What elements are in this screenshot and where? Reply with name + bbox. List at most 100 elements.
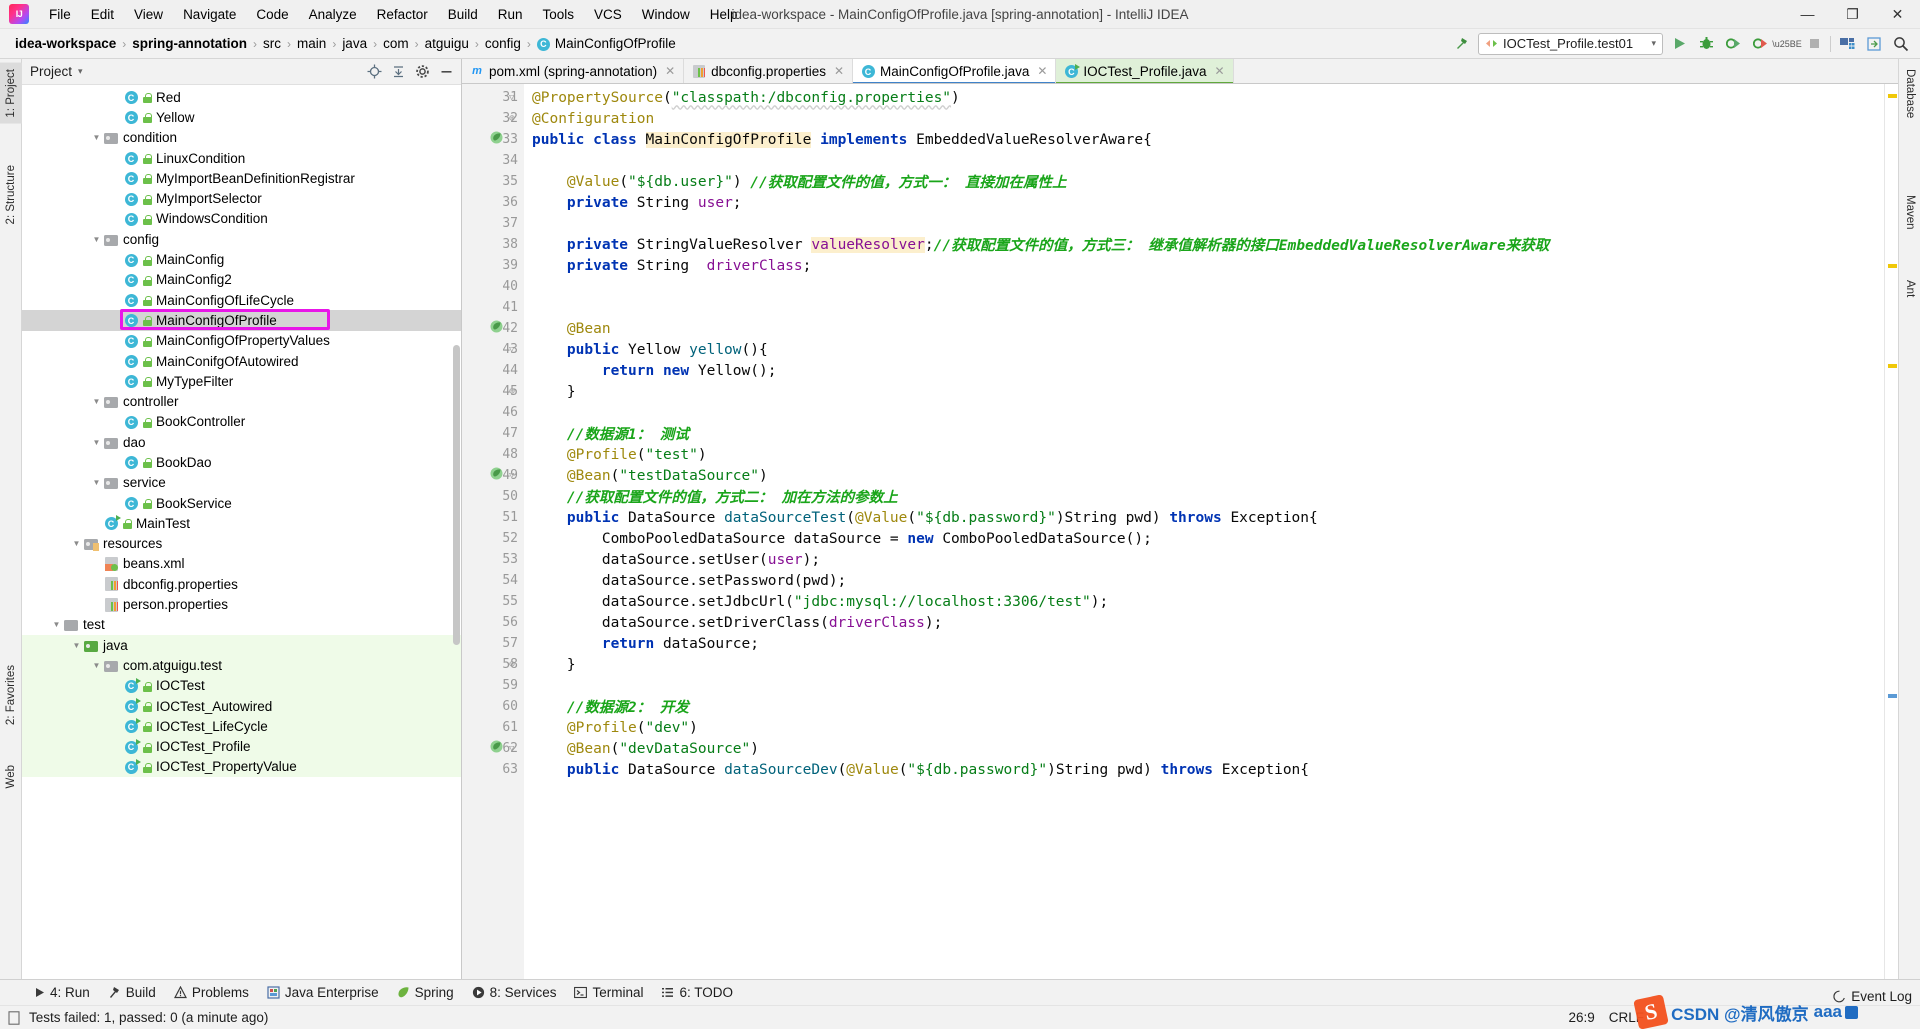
close-button[interactable]: ✕ bbox=[1875, 0, 1920, 29]
tree-node-ioctest-profile[interactable]: C IOCTest_Profile bbox=[22, 736, 461, 757]
gutter-line-36[interactable]: 36 bbox=[462, 192, 524, 213]
gutter-line-54[interactable]: 54 bbox=[462, 570, 524, 591]
tree-node-red[interactable]: C Red bbox=[22, 87, 461, 107]
tree-node-ioctest[interactable]: C IOCTest bbox=[22, 675, 461, 696]
code-line-42[interactable]: @Bean bbox=[524, 318, 1884, 339]
menu-run[interactable]: Run bbox=[488, 4, 533, 25]
code-line-58[interactable]: } bbox=[524, 654, 1884, 675]
line-separator[interactable]: CRLF bbox=[1609, 1010, 1644, 1025]
sidebar-item-project[interactable]: 1: Project bbox=[0, 63, 22, 124]
code-line-41[interactable] bbox=[524, 297, 1884, 318]
gutter-line-62[interactable]: ▽ 62 bbox=[462, 738, 524, 759]
code-line-56[interactable]: dataSource.setDriverClass(driverClass); bbox=[524, 612, 1884, 633]
tool-window-problems[interactable]: Problems bbox=[166, 983, 257, 1002]
fold-arrow-icon[interactable]: ▽ bbox=[509, 93, 514, 103]
gutter-line-40[interactable]: 40 bbox=[462, 276, 524, 297]
tree-node-myimportbeandefinitionregistrar[interactable]: C MyImportBeanDefinitionRegistrar bbox=[22, 168, 461, 188]
gutter-line-45[interactable]: ⊕ 45 bbox=[462, 381, 524, 402]
tree-node-yellow[interactable]: C Yellow bbox=[22, 107, 461, 127]
fold-collapse-icon[interactable]: ⊕ bbox=[509, 113, 515, 124]
tree-node-ioctest-propertyvalue[interactable]: C IOCTest_PropertyValue bbox=[22, 756, 461, 778]
maximize-button[interactable]: ❐ bbox=[1830, 0, 1875, 29]
fold-arrow-icon[interactable]: ▽ bbox=[509, 471, 514, 481]
fold-collapse-icon[interactable]: ⊕ bbox=[509, 386, 515, 397]
code-line-40[interactable] bbox=[524, 276, 1884, 297]
expand-arrow-icon[interactable]: ▼ bbox=[90, 659, 103, 672]
tool-window-bar[interactable]: 4: Run Build Problems Java Enterprise Sp… bbox=[0, 979, 1920, 1005]
error-stripe-mark-3[interactable] bbox=[1888, 694, 1897, 698]
run-icon[interactable] bbox=[1668, 33, 1690, 55]
fold-arrow-icon[interactable]: ▽ bbox=[509, 744, 514, 754]
gutter-line-38[interactable]: 38 bbox=[462, 234, 524, 255]
run-configuration-selector[interactable]: IOCTest_Profile.test01 ▾ bbox=[1478, 32, 1663, 55]
code-line-59[interactable] bbox=[524, 675, 1884, 696]
breadcrumb-item-6[interactable]: atguigu bbox=[420, 34, 474, 53]
project-panel-buttons[interactable] bbox=[363, 61, 457, 83]
gutter-line-37[interactable]: 37 bbox=[462, 213, 524, 234]
gutter-line-42[interactable]: 42 bbox=[462, 318, 524, 339]
menu-refactor[interactable]: Refactor bbox=[367, 4, 438, 25]
code-line-37[interactable] bbox=[524, 213, 1884, 234]
editor-gutter[interactable]: ▽ 31 ⊕ 32 33 34 35 36 37 38 39 40 41 42 ▽ 43 44 ⊕ 45 46 47 48… bbox=[462, 84, 524, 979]
tree-node-maintest[interactable]: C MainTest bbox=[22, 513, 461, 533]
code-line-60[interactable]: //数据源2： 开发 bbox=[524, 696, 1884, 717]
code-line-48[interactable]: @Profile("test") bbox=[524, 444, 1884, 465]
code-line-35[interactable]: @Value("${db.user}") //获取配置文件的值，方式一： 直接加… bbox=[524, 171, 1884, 192]
tree-node-bookservice[interactable]: C BookService bbox=[22, 493, 461, 513]
menu-code[interactable]: Code bbox=[246, 4, 298, 25]
gutter-line-57[interactable]: 57 bbox=[462, 633, 524, 654]
code-line-54[interactable]: dataSource.setPassword(pwd); bbox=[524, 570, 1884, 591]
fold-collapse-icon[interactable]: ⊕ bbox=[509, 659, 515, 670]
menu-build[interactable]: Build bbox=[438, 4, 488, 25]
code-line-38[interactable]: private StringValueResolver valueResolve… bbox=[524, 234, 1884, 255]
profile-icon[interactable] bbox=[1749, 33, 1771, 55]
code-line-53[interactable]: dataSource.setUser(user); bbox=[524, 549, 1884, 570]
minimize-button[interactable]: — bbox=[1785, 0, 1830, 29]
tree-node-condition[interactable]: ▼ condition bbox=[22, 128, 461, 148]
search-everywhere-icon[interactable] bbox=[1890, 33, 1912, 55]
spring-bean-gutter-icon[interactable] bbox=[490, 131, 503, 148]
gutter-line-55[interactable]: 55 bbox=[462, 591, 524, 612]
breadcrumb-item-5[interactable]: com bbox=[378, 34, 414, 53]
gutter-line-48[interactable]: 48 bbox=[462, 444, 524, 465]
expand-arrow-icon[interactable]: ▼ bbox=[50, 618, 63, 631]
expand-arrow-icon[interactable]: ▼ bbox=[90, 395, 103, 408]
code-line-39[interactable]: private String driverClass; bbox=[524, 255, 1884, 276]
gutter-line-52[interactable]: 52 bbox=[462, 528, 524, 549]
code-line-61[interactable]: @Profile("dev") bbox=[524, 717, 1884, 738]
hide-panel-icon[interactable] bbox=[435, 61, 457, 83]
collapse-all-icon[interactable] bbox=[387, 61, 409, 83]
close-icon[interactable]: ✕ bbox=[665, 64, 675, 78]
menu-vcs[interactable]: VCS bbox=[584, 4, 632, 25]
tree-scrollbar[interactable] bbox=[453, 345, 460, 645]
code-line-62[interactable]: @Bean("devDataSource") bbox=[524, 738, 1884, 759]
tree-node-mainconfigofpropertyvalues[interactable]: C MainConfigOfPropertyValues bbox=[22, 331, 461, 351]
tree-node-mytypefilter[interactable]: C MyTypeFilter bbox=[22, 371, 461, 391]
gutter-line-32[interactable]: ⊕ 32 bbox=[462, 108, 524, 129]
tree-node-mainconfigoflifecycle[interactable]: C MainConfigOfLifeCycle bbox=[22, 290, 461, 310]
project-tree[interactable]: C Red C Yellow ▼ condition C LinuxCondition C MyI… bbox=[22, 85, 461, 979]
gutter-line-43[interactable]: ▽ 43 bbox=[462, 339, 524, 360]
menu-navigate[interactable]: Navigate bbox=[173, 4, 246, 25]
code-line-45[interactable]: } bbox=[524, 381, 1884, 402]
tree-node-test[interactable]: ▼ test bbox=[22, 615, 461, 635]
error-stripe-mark-1[interactable] bbox=[1888, 264, 1897, 268]
editor-tab-mainconfigofprofile[interactable]: C MainConfigOfProfile.java ✕ bbox=[853, 59, 1057, 83]
code-line-51[interactable]: public DataSource dataSourceTest(@Value(… bbox=[524, 507, 1884, 528]
tree-node-service[interactable]: ▼ service bbox=[22, 473, 461, 493]
gutter-line-59[interactable]: 59 bbox=[462, 675, 524, 696]
build-hammer-icon[interactable] bbox=[1451, 33, 1473, 55]
code-line-36[interactable]: private String user; bbox=[524, 192, 1884, 213]
gutter-line-51[interactable]: 51 bbox=[462, 507, 524, 528]
window-controls[interactable]: — ❐ ✕ bbox=[1785, 0, 1920, 29]
sidebar-item-favorites[interactable]: 2: Favorites bbox=[0, 659, 22, 731]
breadcrumb-item-4[interactable]: java bbox=[337, 34, 372, 53]
tool-window-build[interactable]: Build bbox=[100, 983, 164, 1002]
gutter-line-34[interactable]: 34 bbox=[462, 150, 524, 171]
gutter-line-58[interactable]: ⊕ 58 bbox=[462, 654, 524, 675]
run-with-coverage-icon[interactable] bbox=[1722, 33, 1744, 55]
expand-arrow-icon[interactable]: ▼ bbox=[70, 639, 83, 652]
menu-tools[interactable]: Tools bbox=[533, 4, 585, 25]
gutter-line-63[interactable]: 63 bbox=[462, 759, 524, 780]
gutter-line-31[interactable]: ▽ 31 bbox=[462, 87, 524, 108]
